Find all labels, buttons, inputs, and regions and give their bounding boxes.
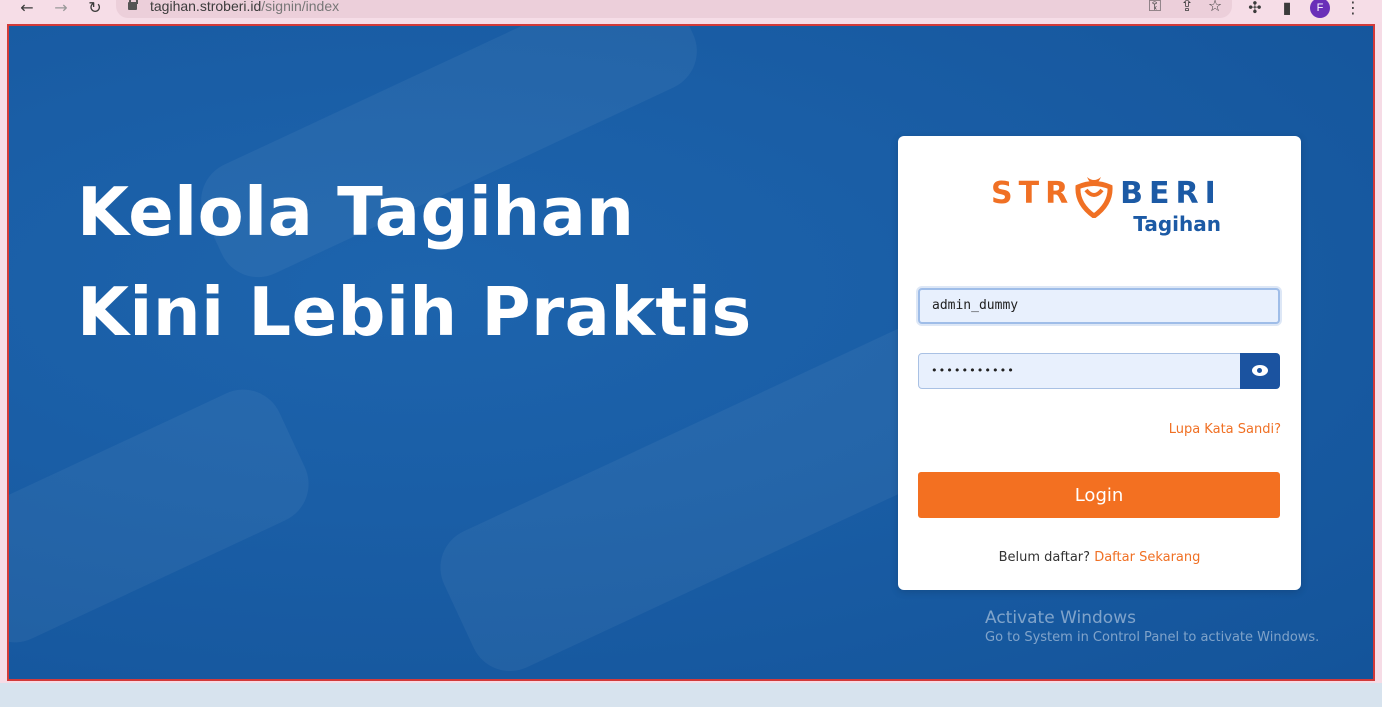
username-field[interactable]: admin_dummy [918, 288, 1280, 324]
hero-heading: Kelola Tagihan Kini Lebih Praktis [77, 162, 752, 362]
key-icon[interactable]: ⚿ [1146, 0, 1164, 16]
profile-avatar[interactable]: F [1310, 0, 1330, 18]
back-arrow-icon[interactable]: ← [18, 0, 36, 18]
show-password-button[interactable] [1240, 353, 1280, 389]
forward-arrow-icon[interactable]: → [52, 0, 70, 18]
register-prompt: Belum daftar? Daftar Sekarang [898, 550, 1301, 565]
strawberry-icon [1075, 177, 1113, 218]
url-text: tagihan.stroberi.id/signin/index [150, 0, 340, 14]
signin-page: Kelola Tagihan Kini Lebih Praktis STR BER… [7, 24, 1375, 681]
login-card: STR BERI Tagihan admin_dummy ••••••••••• … [898, 136, 1301, 590]
extensions-icon[interactable]: ✣ [1246, 0, 1264, 18]
browser-toolbar: ← → ↻ tagihan.stroberi.id/signin/index ⚿… [0, 0, 1382, 22]
watermark-title: Activate Windows [985, 608, 1136, 628]
lock-icon [128, 0, 138, 10]
address-bar[interactable]: tagihan.stroberi.id/signin/index ⚿ ⇪ ☆ [116, 0, 1232, 18]
background-shape [9, 376, 322, 656]
stroberi-logo: STR BERI Tagihan [991, 176, 1221, 240]
watermark-subtitle: Go to System in Control Panel to activat… [985, 630, 1320, 645]
login-button[interactable]: Login [918, 472, 1280, 518]
bookmark-star-icon[interactable]: ☆ [1206, 0, 1224, 16]
forgot-password-link[interactable]: Lupa Kata Sandi? [1169, 422, 1281, 437]
password-field[interactable]: ••••••••••• [918, 353, 1241, 389]
os-taskbar [0, 683, 1382, 707]
activate-windows-watermark: Activate Windows Go to System in Control… [985, 608, 1319, 645]
reload-icon[interactable]: ↻ [86, 0, 104, 18]
logo-subtitle: Tagihan [1133, 212, 1221, 236]
eye-icon [1252, 365, 1268, 376]
side-panel-icon[interactable]: ▮ [1278, 0, 1296, 18]
register-link[interactable]: Daftar Sekarang [1094, 550, 1200, 565]
share-icon[interactable]: ⇪ [1178, 0, 1196, 16]
menu-kebab-icon[interactable]: ⋮ [1344, 0, 1362, 18]
hero-line-2: Kini Lebih Praktis [77, 273, 752, 351]
register-prompt-text: Belum daftar? [998, 550, 1091, 565]
hero-line-1: Kelola Tagihan [77, 173, 635, 251]
